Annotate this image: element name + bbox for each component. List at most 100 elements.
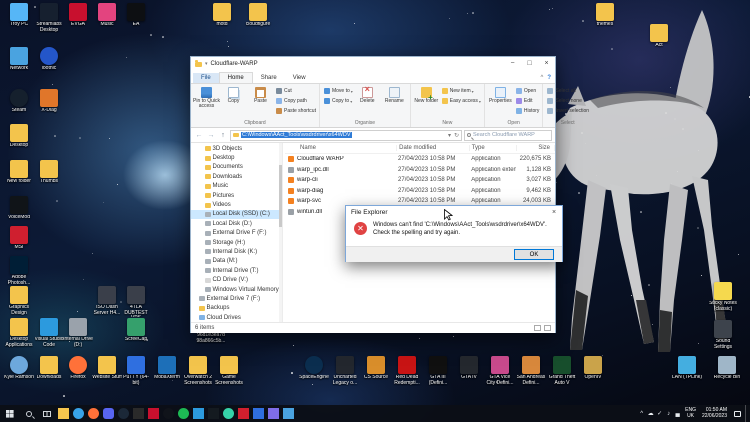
desktop-icon[interactable]: ISO Dash Server H4... (92, 286, 122, 316)
maximize-button[interactable]: □ (521, 57, 538, 71)
desktop-icon[interactable]: Act (644, 24, 674, 49)
tray-icon[interactable]: ▄ (673, 411, 682, 417)
sidebar-item[interactable]: Backups (191, 304, 282, 313)
edit-button[interactable]: Edit (516, 96, 540, 106)
forward-button[interactable]: → (206, 132, 216, 139)
tab-view[interactable]: View (285, 73, 314, 83)
sidebar-item[interactable]: Data (M:) (191, 257, 282, 266)
move-to-button[interactable]: Move to▾ (324, 86, 353, 96)
new-folder-button[interactable]: New folder (413, 85, 440, 120)
large-icons-view-icon[interactable] (544, 325, 551, 331)
desktop-icon[interactable]: loothic (34, 47, 64, 72)
desktop-icon[interactable]: Grand Theft Auto V (547, 356, 577, 386)
desktop-icon[interactable]: Troy PC (4, 3, 34, 28)
file-row[interactable]: warp-diag 27/04/2023 10:58 PM Applicatio… (285, 186, 555, 197)
sidebar-item[interactable]: Pictures (191, 191, 282, 200)
taskbar-app-button[interactable] (281, 405, 296, 422)
desktop-icon[interactable]: Desktop Applications (4, 318, 34, 348)
details-view-icon[interactable] (534, 325, 541, 331)
up-button[interactable]: ↑ (218, 132, 228, 139)
sidebar-item[interactable]: Local Disk (SSD) (C:) (191, 210, 282, 219)
sidebar-item[interactable]: External Drive F (F:) (191, 229, 282, 238)
sidebar-scrollbar[interactable] (279, 143, 282, 322)
back-button[interactable]: ← (194, 132, 204, 139)
sidebar-item[interactable]: 3D Objects (191, 144, 282, 153)
desktop-icon[interactable]: motd (207, 3, 237, 28)
paste-shortcut-button[interactable]: Paste shortcut (276, 106, 316, 116)
sidebar-item[interactable]: Music (191, 182, 282, 191)
taskbar-app-button[interactable] (176, 405, 191, 422)
new-item-button[interactable]: New item▾ (442, 86, 481, 96)
desktop-icon[interactable]: Firefox (63, 356, 93, 381)
taskbar-app-button[interactable] (86, 405, 101, 422)
open-button[interactable]: Open (516, 86, 540, 96)
taskbar-search-button[interactable] (20, 405, 38, 422)
desktop-icon[interactable]: ScreeCap (121, 318, 151, 343)
refresh-icon[interactable]: ↻ (454, 132, 459, 139)
pin-to-quick-access-button[interactable]: Pin to Quick access (193, 85, 220, 120)
desktop-icon[interactable]: Desktop (4, 124, 34, 149)
tray-icon[interactable]: ^ (637, 411, 646, 417)
desktop-icon[interactable]: OpenIV (578, 356, 608, 381)
file-row[interactable]: warp-cli 27/04/2023 10:58 PM Application… (285, 175, 555, 186)
copy-button[interactable]: Copy (220, 85, 247, 120)
easy-access-button[interactable]: Easy access▾ (442, 96, 481, 106)
desktop-icon[interactable]: Uncharted Legacy o... (330, 356, 360, 386)
sidebar-item[interactable]: Downloads (191, 172, 282, 181)
taskbar-app-button[interactable] (56, 405, 71, 422)
sidebar-item[interactable]: CD Drive (V:) (191, 275, 282, 284)
sidebar-item[interactable]: Cloud Drives (191, 313, 282, 322)
desktop-icon[interactable]: New folder (4, 160, 34, 185)
desktop-icon[interactable]: MSI (4, 226, 34, 251)
select-all-button[interactable]: Select all (547, 86, 589, 96)
sidebar-item[interactable]: Videos (191, 200, 282, 209)
desktop-icon[interactable]: themes (590, 3, 620, 28)
desktop-icon[interactable]: cloudfigure (243, 3, 273, 28)
column-header-date-modified[interactable]: Date modified (397, 145, 470, 151)
tab-file[interactable]: File (193, 73, 219, 83)
desktop-icon[interactable]: X-Diag (34, 89, 64, 114)
sidebar-item[interactable]: Internal Drive (T:) (191, 266, 282, 275)
properties-button[interactable]: Properties (487, 85, 514, 120)
clock[interactable]: 01:50 AM 22/06/2023 (702, 408, 727, 420)
taskbar-app-button[interactable] (71, 405, 86, 422)
sidebar-item[interactable]: Storage (H:) (191, 238, 282, 247)
desktop-icon[interactable]: Internal Drive (D:) (63, 318, 93, 348)
desktop-icon[interactable]: MobaXterm (152, 356, 182, 381)
collapse-ribbon-icon[interactable]: ^ (541, 75, 544, 81)
desktop-icon[interactable]: Kyle Ramson (4, 356, 34, 381)
desktop-icon[interactable]: Website Stuff (92, 356, 122, 381)
cut-button[interactable]: Cut (276, 86, 316, 96)
address-dropdown-icon[interactable]: ▾ (448, 132, 451, 139)
tray-icon[interactable]: ✓ (655, 410, 664, 417)
sidebar-item[interactable]: Local Disk (D:) (191, 219, 282, 228)
select-none-button[interactable]: Select none (547, 96, 589, 106)
desktop-icon[interactable]: Red Dead Redempti... (392, 356, 422, 386)
delete-button[interactable]: Delete (354, 85, 381, 120)
search-box[interactable] (464, 130, 552, 141)
taskbar-app-button[interactable] (221, 405, 236, 422)
sidebar-item[interactable]: Documents (191, 163, 282, 172)
desktop-icon[interactable]: Overwatch 2 Screenshots (183, 356, 213, 386)
copy-to-button[interactable]: Copy to▾ (324, 96, 353, 106)
desktop-icon[interactable]: Graphics Design (4, 286, 34, 316)
task-view-button[interactable] (38, 405, 56, 422)
taskbar-app-button[interactable] (101, 405, 116, 422)
tray-icon[interactable]: ♪ (664, 411, 673, 417)
tray-icon[interactable]: ☁ (646, 410, 655, 417)
file-row[interactable]: Cloudflare WARP 27/04/2023 10:58 PM Appl… (285, 154, 555, 165)
desktop-icon[interactable]: VoiceMod (4, 196, 34, 221)
invert-selection-button[interactable]: Invert selection (547, 106, 589, 116)
taskbar-app-button[interactable] (191, 405, 206, 422)
close-button[interactable]: × (538, 57, 555, 71)
desktop-icon[interactable]: Steam (4, 89, 34, 114)
start-button[interactable] (0, 405, 20, 422)
tab-share[interactable]: Share (253, 73, 285, 83)
help-icon[interactable]: ? (547, 75, 551, 81)
quick-access-toolbar-caret-icon[interactable]: ▾ (205, 61, 208, 67)
desktop-icon[interactable]: EVGA (63, 3, 93, 28)
history-button[interactable]: History (516, 106, 540, 116)
desktop-icon[interactable]: GTA III (Defini... (423, 356, 453, 386)
ok-button[interactable]: OK (514, 249, 554, 260)
taskbar-app-button[interactable] (131, 405, 146, 422)
